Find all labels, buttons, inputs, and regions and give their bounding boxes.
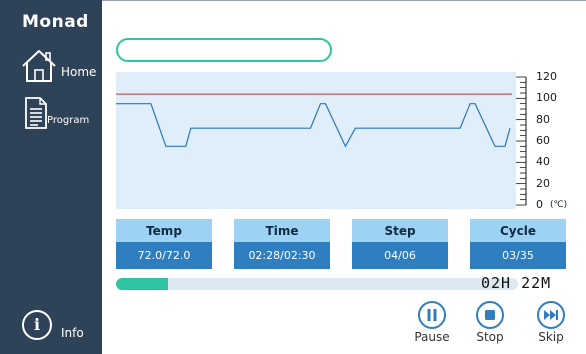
- home-icon: [22, 50, 56, 82]
- step-card-value: 04/06: [352, 242, 448, 269]
- skip-icon: [537, 301, 565, 329]
- sidebar-item-home[interactable]: Home: [0, 40, 102, 92]
- stop-label: Stop: [476, 330, 504, 344]
- program-name-field[interactable]: [116, 38, 332, 62]
- time-remaining: 02H 22M: [481, 274, 552, 292]
- series-line: [116, 103, 511, 148]
- temp-card-header: Temp: [116, 219, 212, 242]
- pause-button[interactable]: Pause: [409, 301, 455, 351]
- document-icon: [25, 97, 47, 129]
- time-card[interactable]: Time 02:28/02:30: [234, 219, 330, 269]
- cycle-card-header: Cycle: [470, 219, 566, 242]
- time-card-value: 02:28/02:30: [234, 242, 330, 269]
- pause-icon: [418, 301, 446, 329]
- y-tick-label: 0: [536, 198, 543, 211]
- temperature-chart: [116, 93, 512, 148]
- y-tick-label: 40: [536, 155, 550, 169]
- info-icon: i: [22, 310, 52, 340]
- y-axis: [516, 76, 527, 206]
- y-tick-label: 80: [536, 112, 550, 126]
- y-tick-label: 100: [536, 91, 557, 105]
- sidebar-item-label: Program: [47, 115, 90, 126]
- temp-card[interactable]: Temp 72.0/72.0: [116, 219, 212, 269]
- cycle-card[interactable]: Cycle 03/35: [470, 219, 566, 269]
- sidebar-item-info[interactable]: i Info: [0, 306, 102, 346]
- brand-logo: Monad: [22, 12, 89, 32]
- sidebar-item-program[interactable]: Program: [0, 92, 102, 144]
- stop-button[interactable]: Stop: [467, 301, 513, 351]
- y-tick-label: 20: [536, 176, 550, 190]
- run-progress-bar: [116, 278, 518, 290]
- pause-label: Pause: [414, 330, 450, 344]
- sidebar: Monad Home Program i Info: [0, 0, 102, 354]
- time-card-header: Time: [234, 219, 330, 242]
- y-axis-unit: (℃): [550, 200, 568, 210]
- sidebar-item-label: Info: [61, 326, 84, 340]
- skip-button[interactable]: Skip: [528, 301, 574, 351]
- stop-icon: [476, 301, 504, 329]
- run-progress-fill: [116, 278, 169, 290]
- y-tick-label: 120: [536, 70, 557, 83]
- step-card[interactable]: Step 04/06: [352, 219, 448, 269]
- cycle-card-value: 03/35: [470, 242, 566, 269]
- sidebar-item-label: Home: [61, 65, 97, 79]
- skip-label: Skip: [538, 330, 564, 344]
- temp-card-value: 72.0/72.0: [116, 242, 212, 269]
- y-tick-label: 60: [536, 134, 550, 147]
- step-card-header: Step: [352, 219, 448, 242]
